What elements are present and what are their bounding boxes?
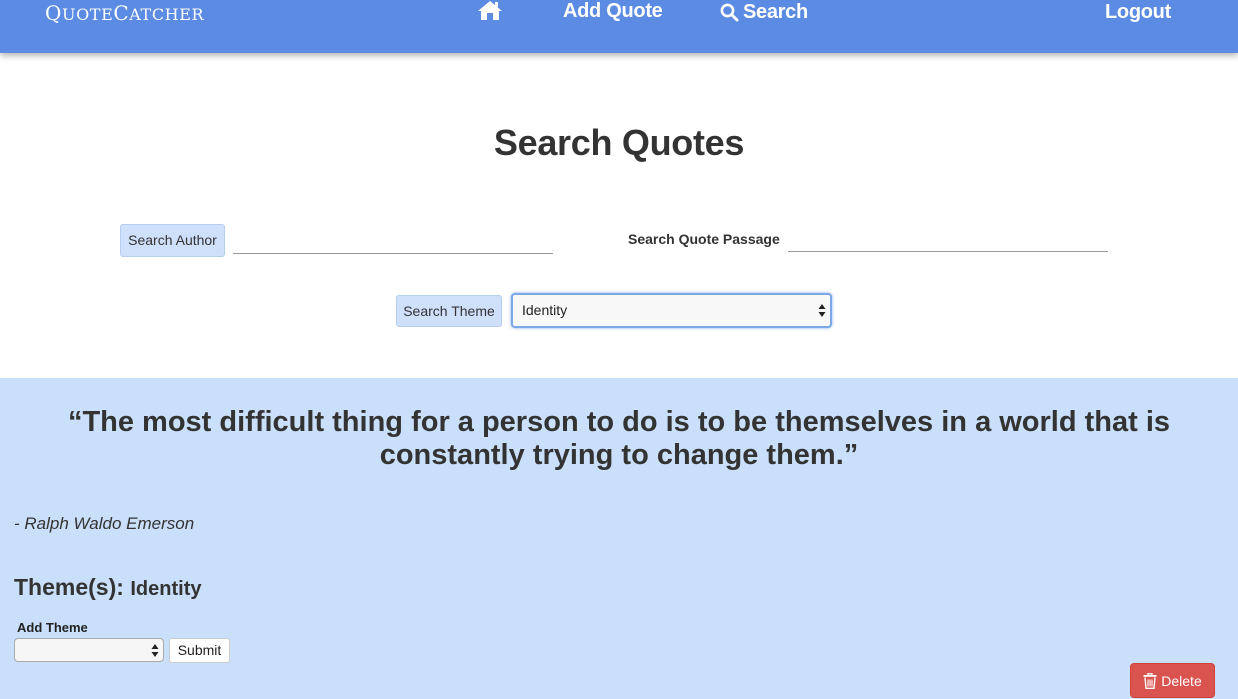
- themes-value: Identity: [130, 578, 202, 600]
- brand-text: ATCHER: [129, 5, 205, 24]
- trash-icon: [1143, 672, 1157, 689]
- brand-text: UOTE: [62, 5, 114, 24]
- quote-author: - Ralph Waldo Emerson: [14, 514, 195, 533]
- themes-label: Theme(s):: [14, 574, 124, 600]
- page-title: Search Quotes: [493, 122, 745, 163]
- select-arrows-icon: [151, 644, 159, 657]
- brand-letter: Q: [45, 1, 62, 25]
- search-author-button[interactable]: Search Author: [120, 224, 225, 257]
- search-passage-label: Search Quote Passage: [628, 231, 780, 247]
- select-arrows-icon: [818, 304, 826, 317]
- nav-add-quote-link[interactable]: Add Quote: [563, 0, 663, 24]
- nav-search-label: Search: [743, 1, 808, 23]
- logout-link[interactable]: Logout: [1105, 1, 1171, 25]
- quote-card: “The most difficult thing for a person t…: [0, 378, 1238, 699]
- delete-label: Delete: [1161, 672, 1202, 689]
- brand-logo[interactable]: QUOTECATCHER: [45, 0, 204, 26]
- add-theme-select[interactable]: [14, 638, 164, 662]
- search-theme-button[interactable]: Search Theme: [396, 295, 502, 327]
- navbar: QUOTECATCHER Add Quote Search Logout: [0, 0, 1238, 53]
- theme-select[interactable]: Identity: [511, 293, 832, 328]
- home-icon[interactable]: [477, 0, 503, 22]
- brand-letter: C: [113, 1, 130, 25]
- search-author-input[interactable]: [233, 224, 553, 254]
- submit-button[interactable]: Submit: [169, 638, 230, 663]
- quote-text: “The most difficult thing for a person t…: [67, 406, 1171, 471]
- nav-search-link[interactable]: Search: [720, 0, 808, 24]
- quote-themes: Theme(s): Identity: [14, 574, 201, 601]
- delete-button[interactable]: Delete: [1130, 663, 1215, 698]
- theme-select-value: Identity: [522, 302, 568, 318]
- search-passage-input[interactable]: [788, 222, 1108, 252]
- add-theme-label: Add Theme: [17, 620, 88, 635]
- search-icon: [720, 3, 739, 21]
